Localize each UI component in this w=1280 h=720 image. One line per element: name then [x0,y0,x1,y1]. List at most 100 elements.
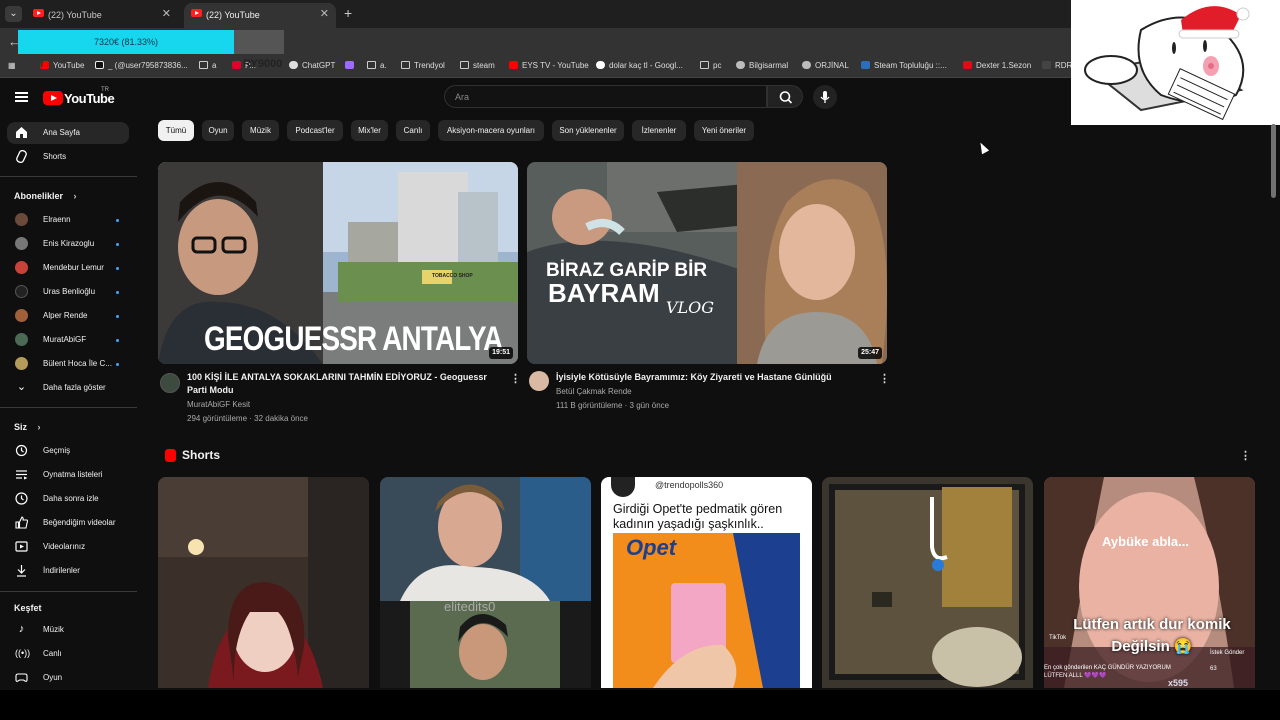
bottom-letterbox [0,690,1280,720]
voice-search-button[interactable] [813,85,837,109]
page-scrollbar-thumb[interactable] [1271,124,1276,198]
chip-watched[interactable]: İzlenenler [632,120,686,141]
video-title[interactable]: İyisiyle Kötüsüyle Bayramımız: Köy Ziyar… [556,371,874,384]
video-thumbnail[interactable]: GEOGUESSR ANTALYA TOBACCO SHOP 19:51 [158,162,518,364]
feather-icon [345,61,354,69]
chip-gaming[interactable]: Oyun [202,120,234,141]
bookmark-eys-tv[interactable]: EYS TV - YouTube [509,61,589,70]
folder-icon [700,61,709,69]
folder-icon [460,61,469,69]
sidebar-subscription-enis[interactable]: Enis Kirazoglu [7,233,129,255]
chip-live[interactable]: Canlı [396,120,430,141]
video-duration: 25:47 [858,347,882,359]
sidebar-item-history[interactable]: Geçmiş [7,440,129,462]
short-thumbnail[interactable]: elitedits0 [380,477,591,688]
short-thumbnail[interactable] [822,477,1033,688]
music-icon: ♪ [18,623,25,635]
bookmark-chatgpt[interactable]: ChatGPT [289,61,335,70]
channel-avatar[interactable] [160,373,180,393]
bookmark-steam-community[interactable]: Steam Topluluğu ::... [861,61,947,70]
channel-avatar[interactable] [529,371,549,391]
video-thumbnail[interactable]: BİRAZ GARİP BİR BAYRAM VLOG 25:47 [527,162,887,364]
bookmark-feather[interactable] [345,61,358,70]
like-icon [15,516,28,529]
chip-action-adventure[interactable]: Aksiyon-macera oyunları [438,120,544,141]
sidebar-subscription-bulent[interactable]: Bülent Hoca İle C... [7,353,129,375]
chip-recently-uploaded[interactable]: Son yüklenenler [552,120,624,141]
sidebar-item-gaming[interactable]: Oyun [7,667,129,689]
guide-menu-icon[interactable] [15,92,28,102]
avatar [15,285,28,298]
chevron-right-icon: › [35,422,41,432]
globe-icon [802,61,811,69]
bookmark-folder-pc[interactable]: pc [700,61,721,70]
sidebar-subscription-elraenn[interactable]: Elraenn [7,209,129,231]
you-heading[interactable]: Siz › [14,422,41,432]
home-icon [16,127,27,138]
bookmark-dolar[interactable]: dolar kaç tl - Googl... [596,61,683,70]
youtube-play-icon [43,91,63,105]
sidebar-item-watch-later[interactable]: Daha sonra izle [7,488,129,510]
avatar [15,213,28,226]
short-thumbnail-image [158,477,369,688]
chatgpt-icon [289,61,298,69]
new-content-dot [116,219,119,222]
bookmark-dexter[interactable]: Dexter 1.Sezon [963,61,1031,70]
shorts-shelf-options-icon[interactable]: ⋮ [1240,449,1251,462]
bookmark-folder-a[interactable]: a [199,61,216,70]
short-overlay-text: elitedits0 [444,599,496,614]
bookmark-folder-steam[interactable]: steam [460,61,495,70]
short-thumbnail-image [822,477,1033,688]
sidebar-divider [0,591,137,592]
sidebar-show-more[interactable]: ⌄ Daha fazla göster [7,377,129,399]
video-channel-name[interactable]: MuratAbiGF Kesit [187,400,250,409]
sidebar-item-shorts[interactable]: Shorts [7,146,129,168]
video-options-icon[interactable]: ⋮ [510,372,521,385]
sidebar-item-playlists[interactable]: Oynatma listeleri [7,464,129,486]
search-input[interactable] [455,90,755,104]
short-thumbnail[interactable]: @trendopolls360 Girdiği Opet'te pedmatik… [601,477,812,688]
sidebar-item-live[interactable]: ((•)) Canlı [7,643,129,665]
bookmark-orjinal[interactable]: ORJİNAL [802,61,849,70]
bookmark-bilgisarmal[interactable]: Bilgisarmal [736,61,788,70]
sidebar-item-home[interactable]: Ana Sayfa [7,122,129,144]
sidebar-item-your-videos[interactable]: Videolarınız [7,536,129,558]
folder-icon [401,61,410,69]
bookmark-tiktok[interactable]: _ (@user795873836... [95,61,188,70]
video-channel-name[interactable]: Betül Çakmak Rende [556,387,632,396]
video-options-icon[interactable]: ⋮ [879,372,890,385]
clock-icon [15,492,28,505]
avatar [15,237,28,250]
sidebar-subscription-uras[interactable]: Uras Benlioğlu [7,281,129,303]
search-button[interactable] [767,85,803,108]
chip-music[interactable]: Müzik [242,120,279,141]
chip-new-to-you[interactable]: Yeni öneriler [694,120,754,141]
bookmark-rdr[interactable]: RDR [1042,61,1072,70]
video-title[interactable]: 100 KİŞİ İLE ANTALYA SOKAKLARINI TAHMİN … [187,371,505,397]
chip-mixes[interactable]: Mix'ler [351,120,388,141]
sidebar-subscription-alper[interactable]: Alper Rende [7,305,129,327]
apps-grid-icon[interactable]: ▦ [8,61,16,70]
bookmark-youtube[interactable]: YouTube [40,61,84,70]
short-request-text: İstek Gönder [1210,650,1245,656]
close-tab-icon[interactable]: ✕ [162,7,171,20]
shorts-shelf-title: Shorts [182,448,221,462]
tab-search-chevron-icon[interactable]: ⌄ [5,6,22,22]
close-tab-icon[interactable]: ✕ [320,7,329,20]
sidebar-item-music[interactable]: ♪ Müzik [7,619,129,641]
new-content-dot [116,315,119,318]
chip-podcasts[interactable]: Podcast'ler [287,120,343,141]
short-thumbnail[interactable] [158,477,369,688]
new-tab-plus-icon[interactable]: + [344,5,352,21]
sidebar-subscription-mendebur[interactable]: Mendebur Lemur [7,257,129,279]
sidebar-subscription-muratabigf[interactable]: MuratAbiGF [7,329,129,351]
bookmark-folder-a-dot[interactable]: a. [367,61,387,70]
sidebar-item-downloads[interactable]: İndirilenler [7,560,129,582]
browser-tab-2[interactable]: (22) YouTube ✕ [184,3,336,28]
subscriptions-heading[interactable]: Abonelikler › [14,191,77,201]
short-thumbnail[interactable]: Aybüke abla... Lütfen artık dur komik De… [1044,477,1255,688]
bookmark-folder-trendyol[interactable]: Trendyol [401,61,445,70]
chip-all[interactable]: Tümü [158,120,194,141]
browser-tab-1[interactable]: (22) YouTube ✕ [26,3,178,28]
sidebar-item-liked-videos[interactable]: Beğendiğim videolar [7,512,129,534]
